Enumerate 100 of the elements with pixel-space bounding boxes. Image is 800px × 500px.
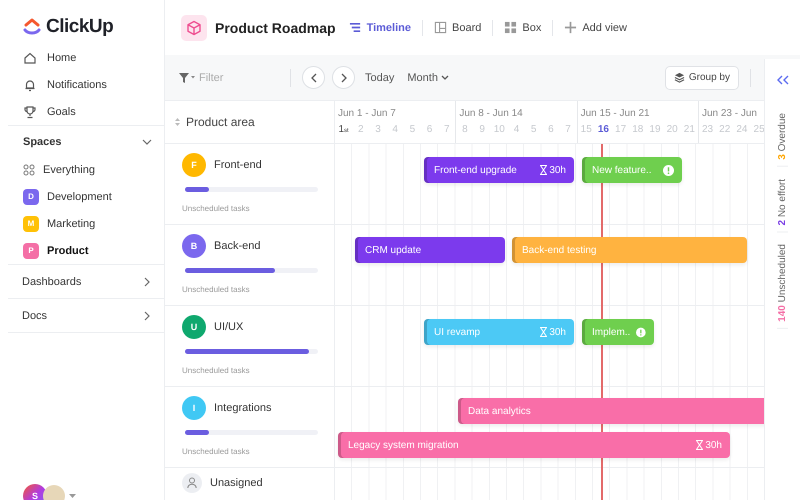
day-label: 15 xyxy=(580,124,593,135)
day-label: 6 xyxy=(426,124,434,135)
space-badge: P xyxy=(23,242,39,258)
group-avatar: F xyxy=(182,153,206,177)
day-label: 4 xyxy=(391,124,399,135)
logo-text: ClickUp xyxy=(46,16,114,38)
sort-icon xyxy=(175,118,180,126)
board-icon xyxy=(434,21,448,34)
caret-down-icon xyxy=(69,494,76,498)
timeline-icon xyxy=(348,21,362,34)
day-label: 23 xyxy=(700,124,714,135)
day-label: 25 xyxy=(752,124,764,135)
chevron-right-icon xyxy=(144,310,150,320)
view-tab[interactable]: Add view xyxy=(561,21,630,34)
side-stat[interactable]: 140 Unscheduled xyxy=(777,238,788,330)
week-label: Jun 15 - Jun 21 xyxy=(580,107,651,121)
filter-field[interactable]: Filter xyxy=(199,72,259,84)
nav-item[interactable]: Home xyxy=(0,44,164,71)
today-button[interactable]: Today xyxy=(362,72,398,84)
group-caption: Unscheduled tasks xyxy=(182,204,251,213)
day-label: 7 xyxy=(564,124,572,135)
day-label: 20 xyxy=(666,124,679,135)
plus-icon xyxy=(564,21,578,34)
cube-icon xyxy=(186,20,202,36)
group-avatar: U xyxy=(182,315,206,339)
nav-item[interactable]: Notifications xyxy=(0,71,164,98)
hourglass-icon xyxy=(540,165,548,175)
day-label: 2 xyxy=(357,124,365,135)
group-caption: Unscheduled tasks xyxy=(182,285,251,294)
day-label: 9 xyxy=(478,124,486,135)
column-title: Product area xyxy=(186,115,255,129)
day-label: 24 xyxy=(735,124,748,135)
chevron-right-icon xyxy=(144,276,150,286)
logo-icon xyxy=(23,17,41,37)
day-label: 5 xyxy=(530,124,538,135)
space-item[interactable]: Product xyxy=(47,244,89,256)
day-label: 6 xyxy=(547,124,555,135)
chevron-down-icon xyxy=(440,75,449,80)
day-label: 21 xyxy=(682,124,696,135)
month-dropdown[interactable]: Month xyxy=(404,72,452,84)
group-caption: Unscheduled tasks xyxy=(182,366,251,375)
group-caption: Unscheduled tasks xyxy=(182,447,251,456)
day-label: 3 xyxy=(374,124,382,135)
group-name: Back-end xyxy=(214,240,260,252)
space-item[interactable]: Development xyxy=(47,190,112,202)
bell-icon xyxy=(23,78,37,92)
collapse-icon xyxy=(776,75,788,85)
user-avatar[interactable]: S xyxy=(23,484,47,500)
section-title: Spaces xyxy=(23,136,62,148)
effort-label: 30h xyxy=(549,326,566,338)
task-bar[interactable]: Front-end upgrade 30h xyxy=(424,157,574,183)
layers-icon xyxy=(674,72,685,83)
person-icon xyxy=(182,473,202,493)
home-icon xyxy=(23,50,37,64)
grid-icon xyxy=(504,21,518,34)
view-tab[interactable]: Box xyxy=(501,21,544,34)
space-item[interactable]: Marketing xyxy=(47,218,96,230)
page-title: Product Roadmap xyxy=(215,20,336,36)
group-name: Integrations xyxy=(214,402,272,414)
view-tab[interactable]: Board xyxy=(431,21,484,34)
day-label: 19 xyxy=(648,124,662,135)
day-label: 5 xyxy=(408,124,416,135)
day-label: 4 xyxy=(512,124,520,135)
week-label: Jun 1 - Jun 7 xyxy=(337,107,397,121)
side-stat[interactable]: 3 Overdue xyxy=(777,107,788,167)
group-by-button[interactable]: Group by xyxy=(664,66,739,90)
next-button[interactable] xyxy=(332,66,355,89)
space-badge: D xyxy=(23,188,39,204)
chevron-right-icon xyxy=(340,72,346,82)
hourglass-icon xyxy=(540,327,548,337)
space-badge: M xyxy=(23,216,39,232)
group-avatar: B xyxy=(182,234,206,258)
space-item[interactable]: Everything xyxy=(0,156,164,183)
previous-button[interactable] xyxy=(302,66,325,89)
effort-label: 30h xyxy=(705,440,722,450)
chevron-left-icon xyxy=(310,72,316,82)
week-label: Jun 23 - Jun xyxy=(700,107,758,121)
chevron-down-icon xyxy=(142,139,152,145)
hourglass-icon xyxy=(696,440,704,450)
group-avatar: I xyxy=(182,396,206,420)
group-name: Front-end xyxy=(214,159,262,171)
group-name: Unasigned xyxy=(210,477,263,489)
trophy-icon xyxy=(23,104,37,118)
filter-icon xyxy=(179,72,195,82)
day-label: 7 xyxy=(442,124,450,135)
grid-dots-icon xyxy=(23,164,35,176)
view-tab[interactable]: Timeline xyxy=(346,21,414,34)
group-name: UI/UX xyxy=(214,321,244,333)
day-label: 18 xyxy=(631,124,644,135)
week-label: Jun 8 - Jun 14 xyxy=(458,107,524,121)
section-item[interactable]: Docs xyxy=(0,299,164,332)
effort-label: 30h xyxy=(549,164,566,176)
day-label: 17 xyxy=(614,124,628,135)
task-bar[interactable]: CRM update xyxy=(355,237,505,263)
day-label: 8 xyxy=(461,124,469,135)
day-label: 16 xyxy=(596,124,610,135)
section-item[interactable]: Dashboards xyxy=(0,265,164,298)
nav-item[interactable]: Goals xyxy=(0,98,164,125)
side-stat[interactable]: 2 No effort xyxy=(777,172,788,232)
day-label: 10 xyxy=(492,124,506,135)
